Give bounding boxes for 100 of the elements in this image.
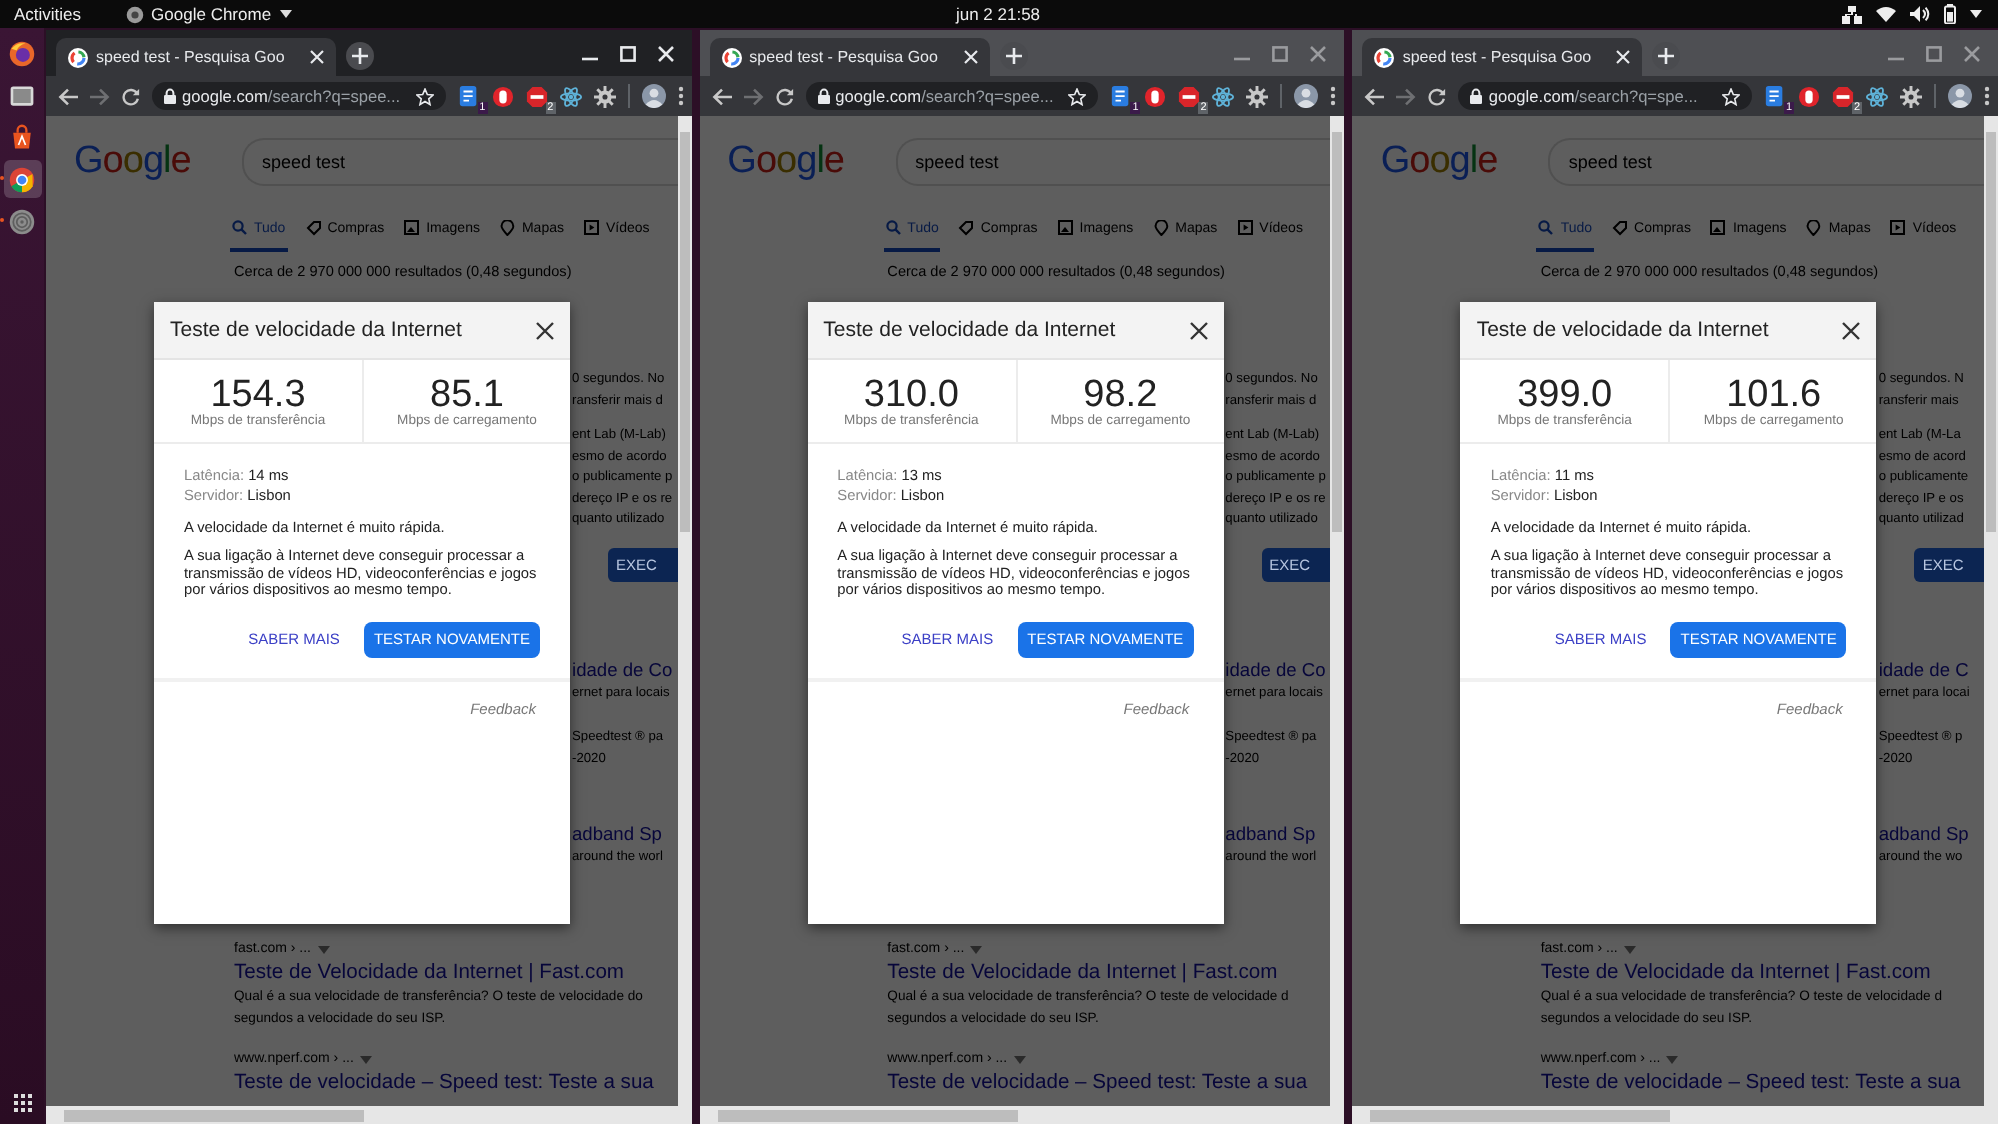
network-icon [1842, 5, 1862, 23]
tag-icon [1612, 220, 1629, 236]
result-title[interactable]: adband Sp [1878, 822, 1985, 848]
atom-icon[interactable] [1866, 85, 1889, 107]
tag-icon [305, 220, 322, 236]
caret-icon [1013, 1055, 1026, 1063]
stop-sign-icon[interactable] [525, 85, 548, 107]
url-field[interactable]: google.com/search?q=spee... [152, 82, 446, 110]
caret-icon [1666, 1055, 1679, 1063]
avatar-icon[interactable] [1294, 84, 1319, 108]
app-grid-icon[interactable] [13, 1094, 31, 1112]
lock-icon [817, 88, 830, 104]
avatar-icon[interactable] [1948, 84, 1973, 108]
back-icon[interactable] [1364, 87, 1385, 105]
forward-icon[interactable] [743, 87, 764, 105]
result-title[interactable]: Teste de velocidade – Speed test: Teste a sua [1540, 1069, 1985, 1095]
back-icon[interactable] [58, 87, 78, 105]
note-extension-icon[interactable] [1110, 85, 1133, 107]
google-logo: Google [1380, 140, 1500, 184]
browser-tab[interactable]: speed test - Pesquisa Goo [56, 38, 336, 76]
dialog-title: Teste de velocidade da Internet [823, 318, 1116, 342]
google-logo: Google [74, 140, 193, 184]
record-extension-icon[interactable] [1798, 85, 1821, 107]
battery-icon [1944, 4, 1956, 24]
result-title[interactable]: Teste de velocidade – Speed test: Teste a sua [234, 1069, 678, 1095]
search-field[interactable]: speed test [242, 138, 678, 186]
reload-icon[interactable] [775, 87, 794, 105]
scrollbar[interactable] [1352, 1106, 1998, 1124]
avatar-icon[interactable] [641, 84, 666, 108]
scrollbar[interactable] [46, 1106, 692, 1124]
back-icon[interactable] [711, 87, 732, 105]
stop-sign-icon[interactable] [1178, 85, 1201, 107]
scrollbar[interactable] [1330, 116, 1345, 1106]
dialog-title: Teste de velocidade da Internet [1476, 318, 1769, 342]
result-title[interactable]: adband Sp [1225, 822, 1331, 848]
star-icon[interactable] [1068, 87, 1087, 105]
activities-button[interactable]: Activities [14, 4, 82, 24]
close-icon[interactable] [1189, 321, 1208, 339]
map-pin-icon [1806, 220, 1823, 236]
caret-icon [1623, 945, 1636, 953]
files-icon[interactable] [8, 81, 36, 109]
forward-icon[interactable] [1396, 87, 1417, 105]
new-tab-button[interactable] [1652, 42, 1681, 70]
shopping-bag-icon[interactable] [8, 123, 36, 151]
gear-icon[interactable] [593, 85, 616, 107]
result-title[interactable]: Teste de Velocidade da Internet | Fast.com [1540, 959, 1985, 985]
result-title[interactable]: adband Sp [572, 822, 678, 848]
result-title[interactable]: Teste de Velocidade da Internet | Fast.com [234, 959, 678, 985]
close-icon[interactable] [1842, 321, 1861, 339]
result-title[interactable]: idade de C [1878, 657, 1985, 683]
stop-sign-icon[interactable] [1832, 85, 1855, 107]
gear-icon[interactable] [1246, 85, 1269, 107]
star-icon[interactable] [415, 87, 434, 105]
google-logo: Google [727, 140, 846, 184]
atom-icon[interactable] [1212, 85, 1235, 107]
caret-icon [317, 945, 330, 953]
app-menu[interactable]: Google Chrome [151, 4, 272, 24]
close-icon[interactable] [536, 321, 554, 339]
star-icon[interactable] [1722, 87, 1741, 105]
disc-icon[interactable] [8, 207, 36, 235]
forward-icon[interactable] [90, 87, 110, 105]
record-extension-icon[interactable] [491, 85, 514, 107]
gear-icon[interactable] [1900, 85, 1923, 107]
atom-icon[interactable] [559, 85, 582, 107]
note-extension-icon[interactable] [1764, 85, 1787, 107]
result-title[interactable]: Teste de Velocidade da Internet | Fast.com [887, 959, 1331, 985]
result-title[interactable]: idade de Co [1225, 657, 1331, 683]
map-pin-icon [499, 220, 516, 236]
scrollbar[interactable] [699, 1106, 1345, 1124]
clock[interactable]: jun 2 21:58 [955, 4, 1041, 24]
download-speed: 399.0 [1517, 375, 1613, 413]
search-icon [885, 220, 902, 236]
search-field[interactable]: speed test [895, 138, 1331, 186]
reload-icon[interactable] [122, 87, 140, 105]
browser-tab[interactable]: speed test - Pesquisa Goo [709, 38, 990, 76]
url-field[interactable]: google.com/search?q=spee... [805, 82, 1099, 110]
lock-icon [1470, 88, 1483, 104]
play-icon [1890, 220, 1907, 236]
search-field[interactable]: speed test [1548, 138, 1985, 186]
note-extension-icon[interactable] [457, 85, 480, 107]
new-tab-button[interactable] [346, 42, 374, 70]
caret-icon [1970, 10, 1982, 18]
upload-speed: 98.2 [1083, 375, 1158, 413]
play-icon [1237, 220, 1254, 236]
scrollbar[interactable] [1984, 116, 1998, 1106]
menu-icon[interactable] [1330, 86, 1337, 106]
google-favicon [68, 47, 88, 67]
result-title[interactable]: Teste de velocidade – Speed test: Teste a sua [887, 1069, 1331, 1095]
new-tab-button[interactable] [999, 42, 1028, 70]
result-title[interactable]: idade de Co [572, 657, 678, 683]
url-field[interactable]: google.com/search?q=spe... [1458, 82, 1753, 110]
reload-icon[interactable] [1428, 87, 1447, 105]
browser-tab[interactable]: speed test - Pesquisa Goo [1362, 38, 1643, 76]
record-extension-icon[interactable] [1144, 85, 1167, 107]
menu-icon[interactable] [1984, 86, 1991, 106]
tag-icon [958, 220, 975, 236]
chrome-icon[interactable] [8, 165, 36, 193]
google-favicon [1374, 47, 1395, 67]
menu-icon[interactable] [677, 86, 684, 106]
firefox-icon[interactable] [8, 39, 36, 67]
